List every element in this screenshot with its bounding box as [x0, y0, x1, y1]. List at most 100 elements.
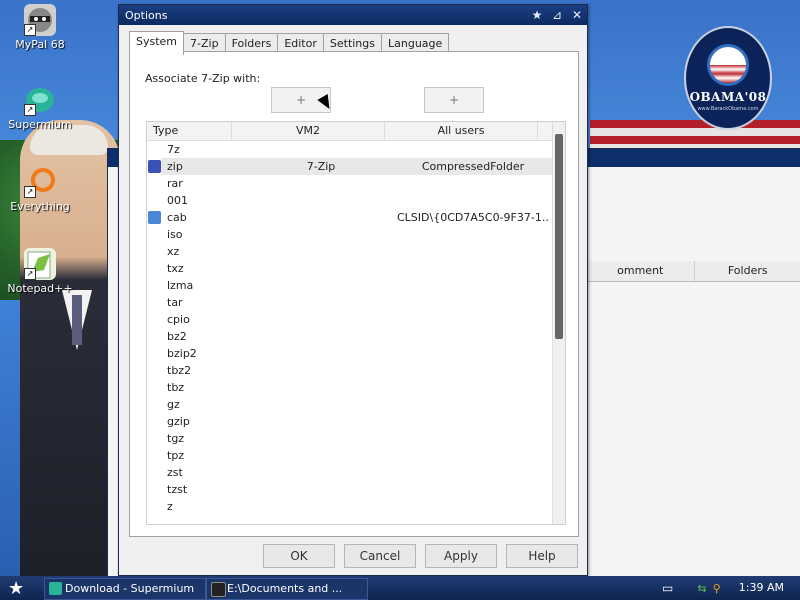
- list-item[interactable]: rar: [161, 175, 565, 192]
- cell-all-users: [397, 243, 549, 260]
- cell-all-users: [397, 260, 549, 277]
- apply-button[interactable]: Apply: [425, 544, 497, 568]
- pin-icon[interactable]: ⊿: [547, 8, 567, 22]
- cell-all-users: [397, 175, 549, 192]
- desktop-icon-supermium[interactable]: ↗ Supermium: [5, 84, 75, 131]
- column-header-comment[interactable]: omment: [586, 261, 694, 281]
- column-header-all-users[interactable]: All users: [385, 122, 538, 140]
- column-header-vm2[interactable]: VM2: [232, 122, 385, 140]
- system-tab-panel: Associate 7-Zip with: + + Type VM2 All u…: [129, 51, 579, 537]
- taskbar-item-label: Download - Supermium: [65, 582, 195, 595]
- list-item[interactable]: cpio: [161, 311, 565, 328]
- cell-type: tar: [167, 296, 183, 309]
- list-scrollbar[interactable]: [552, 122, 565, 524]
- everything-search-icon: ↗: [24, 166, 56, 198]
- taskbar: ★ Download - Supermium E:\Documents and …: [0, 576, 800, 600]
- association-list[interactable]: Type VM2 All users 7z zip 7-Zip CompressedF…: [146, 121, 566, 525]
- help-button[interactable]: Help: [506, 544, 578, 568]
- ok-button[interactable]: OK: [263, 544, 335, 568]
- cell-vm2: 7-Zip: [306, 160, 336, 173]
- cell-all-users: [397, 192, 549, 209]
- cell-type-text: zip: [167, 160, 183, 173]
- cell-vm2: [245, 192, 397, 209]
- background-window-column-headers: omment Folders: [586, 261, 800, 282]
- cell-all-users: [397, 311, 549, 328]
- cell-all-users: CompressedFolder: [421, 160, 525, 173]
- cell-vm2: [245, 260, 397, 277]
- obama-logo-url: www.BarackObama.com: [697, 106, 759, 112]
- cell-all-users: [397, 345, 549, 362]
- start-star-icon[interactable]: ★: [8, 578, 24, 599]
- list-item[interactable]: z: [161, 498, 565, 515]
- cell-vm2: [245, 413, 397, 430]
- cell-all-users: CLSID\{0CD7A5C0-9F37-1...: [397, 211, 549, 224]
- cell-vm2: [245, 362, 397, 379]
- list-item[interactable]: tgz: [161, 430, 565, 447]
- cell-vm2: [245, 294, 397, 311]
- cell-all-users: [397, 277, 549, 294]
- taskbar-item-7zip[interactable]: E:\Documents and ...: [206, 578, 368, 600]
- list-item[interactable]: zst: [161, 464, 565, 481]
- column-header-type[interactable]: Type: [147, 122, 232, 140]
- cell-type: txz: [167, 262, 184, 275]
- cell-all-users: [397, 362, 549, 379]
- list-item[interactable]: tbz2: [161, 362, 565, 379]
- cell-type: z: [167, 500, 173, 513]
- clock[interactable]: 1:39 AM: [739, 581, 784, 594]
- tab-system[interactable]: System: [129, 31, 185, 55]
- cell-type: zip: [148, 158, 245, 175]
- list-item[interactable]: iso: [161, 226, 565, 243]
- list-item[interactable]: 001: [161, 192, 565, 209]
- taskbar-item-label: E:\Documents and ...: [227, 582, 343, 595]
- scroll-thumb[interactable]: [555, 134, 563, 339]
- list-item[interactable]: bz2: [161, 328, 565, 345]
- cell-type: tpz: [167, 449, 185, 462]
- list-item[interactable]: 7z: [161, 141, 565, 158]
- keyboard-icon[interactable]: ▭: [662, 581, 673, 595]
- desktop-icon-notepadpp[interactable]: ↗ Notepad++: [5, 248, 75, 295]
- list-item[interactable]: xz: [161, 243, 565, 260]
- associate-all-users-button[interactable]: +: [424, 87, 484, 113]
- cell-vm2: [245, 209, 397, 226]
- supermium-icon: ↗: [24, 84, 56, 116]
- cell-type: tbz2: [167, 364, 192, 377]
- search-icon[interactable]: ⚲: [713, 582, 721, 595]
- cell-type: tgz: [167, 432, 185, 445]
- desktop-icon-mypal[interactable]: ↗ MyPal 68: [5, 4, 75, 51]
- desktop-icon-label: MyPal 68: [15, 38, 65, 51]
- list-body: 7z zip 7-Zip CompressedFolder rar 001 cab CLSID…: [147, 141, 565, 515]
- wallpaper-person-tie: [72, 295, 82, 345]
- cell-all-users: [397, 498, 549, 515]
- obama-logo-text: OBAMA'08: [689, 90, 767, 104]
- cell-all-users: [397, 294, 549, 311]
- taskbar-item-supermium[interactable]: Download - Supermium: [44, 578, 206, 600]
- list-item[interactable]: tpz: [161, 447, 565, 464]
- desktop-icon-everything[interactable]: ↗ Everything: [5, 166, 75, 213]
- list-item[interactable]: txz: [161, 260, 565, 277]
- dialog-title: Options: [125, 8, 168, 22]
- cell-all-users: [397, 430, 549, 447]
- cell-vm2: [245, 328, 397, 345]
- list-item[interactable]: cab CLSID\{0CD7A5C0-9F37-1...: [148, 209, 565, 226]
- list-item[interactable]: tzst: [161, 481, 565, 498]
- list-item[interactable]: gz: [161, 396, 565, 413]
- list-item[interactable]: gzip: [161, 413, 565, 430]
- dialog-titlebar[interactable]: Options ★ ⊿ ✕: [119, 5, 587, 25]
- close-icon[interactable]: ✕: [567, 8, 587, 22]
- list-item[interactable]: tar: [161, 294, 565, 311]
- list-item[interactable]: lzma: [161, 277, 565, 294]
- network-icon[interactable]: ⇆: [697, 582, 706, 595]
- cell-vm2: [245, 379, 397, 396]
- cell-vm2: [245, 396, 397, 413]
- list-item[interactable]: bzip2: [161, 345, 565, 362]
- column-header-folders[interactable]: Folders: [693, 261, 800, 281]
- cell-vm2: [245, 498, 397, 515]
- cancel-button[interactable]: Cancel: [344, 544, 416, 568]
- associate-label: Associate 7-Zip with:: [145, 72, 261, 85]
- star-icon[interactable]: ★: [527, 8, 547, 22]
- list-item[interactable]: zip 7-Zip CompressedFolder: [148, 158, 565, 175]
- 7zip-icon: [211, 582, 226, 597]
- list-item[interactable]: tbz: [161, 379, 565, 396]
- raccoon-icon: ↗: [24, 4, 56, 36]
- cell-vm2: [245, 464, 397, 481]
